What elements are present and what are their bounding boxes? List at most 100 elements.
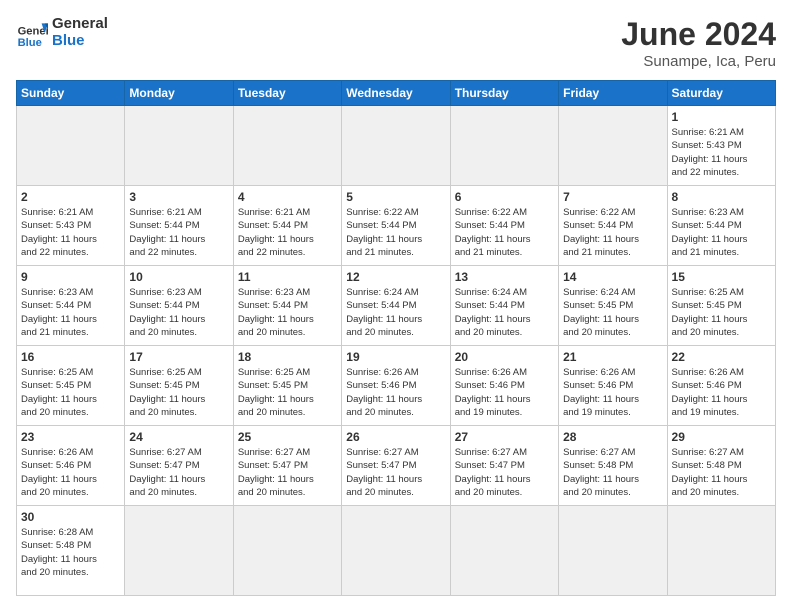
day-number: 25 [238,430,337,444]
column-header-friday: Friday [559,81,667,106]
calendar-day [667,506,775,596]
calendar-day: 3 Sunrise: 6:21 AM Sunset: 5:44 PM Daylig… [125,186,233,266]
page-header: General Blue General Blue June 2024 Suna… [16,16,776,70]
calendar-day: 24Sunrise: 6:27 AM Sunset: 5:47 PM Dayli… [125,426,233,506]
calendar-day: 9Sunrise: 6:23 AM Sunset: 5:44 PM Daylig… [17,266,125,346]
day-info: Sunrise: 6:25 AM Sunset: 5:45 PM Dayligh… [129,366,228,419]
logo: General Blue General Blue [16,16,108,49]
logo-icon: General Blue [16,17,48,49]
calendar-day [559,506,667,596]
calendar-week-3: 9Sunrise: 6:23 AM Sunset: 5:44 PM Daylig… [17,266,776,346]
calendar-day [450,506,558,596]
day-info: Sunrise: 6:22 AM Sunset: 5:44 PM Dayligh… [346,206,445,259]
calendar-day: 18 Sunrise: 6:25 AM Sunset: 5:45 PM Dayli… [233,346,341,426]
day-number: 5 [346,190,445,204]
day-number: 16 [21,350,120,364]
day-number: 4 [238,190,337,204]
day-number: 7 [563,190,662,204]
day-info: Sunrise: 6:28 AM Sunset: 5:48 PM Dayligh… [21,526,120,579]
calendar-day: 30 Sunrise: 6:28 AM Sunset: 5:48 PM Dayli… [17,506,125,596]
day-number: 8 [672,190,771,204]
day-info: Sunrise: 6:26 AM Sunset: 5:46 PM Dayligh… [563,366,662,419]
day-info: Sunrise: 6:27 AM Sunset: 5:48 PM Dayligh… [672,446,771,499]
calendar-day [450,106,558,186]
calendar-day: 2 Sunrise: 6:21 AM Sunset: 5:43 PM Daylig… [17,186,125,266]
day-number: 21 [563,350,662,364]
day-number: 29 [672,430,771,444]
day-number: 6 [455,190,554,204]
calendar-day [342,106,450,186]
calendar-day: 17Sunrise: 6:25 AM Sunset: 5:45 PM Dayli… [125,346,233,426]
calendar-day: 22 Sunrise: 6:26 AM Sunset: 5:46 PM Dayli… [667,346,775,426]
column-header-monday: Monday [125,81,233,106]
day-info: Sunrise: 6:27 AM Sunset: 5:47 PM Dayligh… [455,446,554,499]
day-info: Sunrise: 6:21 AM Sunset: 5:43 PM Dayligh… [672,126,771,179]
day-number: 26 [346,430,445,444]
calendar-day [559,106,667,186]
day-info: Sunrise: 6:21 AM Sunset: 5:43 PM Dayligh… [21,206,120,259]
day-number: 20 [455,350,554,364]
logo-general: General [52,15,108,32]
calendar-week-5: 23 Sunrise: 6:26 AM Sunset: 5:46 PM Dayli… [17,426,776,506]
calendar-table: SundayMondayTuesdayWednesdayThursdayFrid… [16,80,776,596]
calendar-day: 23 Sunrise: 6:26 AM Sunset: 5:46 PM Dayli… [17,426,125,506]
calendar-day [17,106,125,186]
column-header-thursday: Thursday [450,81,558,106]
day-number: 19 [346,350,445,364]
calendar-day: 27 Sunrise: 6:27 AM Sunset: 5:47 PM Dayli… [450,426,558,506]
calendar-day: 19 Sunrise: 6:26 AM Sunset: 5:46 PM Dayli… [342,346,450,426]
calendar-week-6: 30 Sunrise: 6:28 AM Sunset: 5:48 PM Dayli… [17,506,776,596]
day-info: Sunrise: 6:25 AM Sunset: 5:45 PM Dayligh… [238,366,337,419]
day-info: Sunrise: 6:26 AM Sunset: 5:46 PM Dayligh… [672,366,771,419]
calendar-day: 28 Sunrise: 6:27 AM Sunset: 5:48 PM Dayli… [559,426,667,506]
calendar-day: 10Sunrise: 6:23 AM Sunset: 5:44 PM Dayli… [125,266,233,346]
column-header-sunday: Sunday [17,81,125,106]
calendar-title: June 2024 [621,16,776,53]
day-info: Sunrise: 6:24 AM Sunset: 5:44 PM Dayligh… [455,286,554,339]
day-number: 3 [129,190,228,204]
calendar-day [125,506,233,596]
calendar-day: 26Sunrise: 6:27 AM Sunset: 5:47 PM Dayli… [342,426,450,506]
day-number: 28 [563,430,662,444]
calendar-day [342,506,450,596]
day-info: Sunrise: 6:23 AM Sunset: 5:44 PM Dayligh… [21,286,120,339]
day-info: Sunrise: 6:24 AM Sunset: 5:45 PM Dayligh… [563,286,662,339]
calendar-day [233,106,341,186]
day-info: Sunrise: 6:23 AM Sunset: 5:44 PM Dayligh… [238,286,337,339]
day-info: Sunrise: 6:26 AM Sunset: 5:46 PM Dayligh… [346,366,445,419]
calendar-day: 25Sunrise: 6:27 AM Sunset: 5:47 PM Dayli… [233,426,341,506]
day-number: 22 [672,350,771,364]
day-info: Sunrise: 6:26 AM Sunset: 5:46 PM Dayligh… [21,446,120,499]
calendar-day: 1Sunrise: 6:21 AM Sunset: 5:43 PM Daylig… [667,106,775,186]
day-info: Sunrise: 6:25 AM Sunset: 5:45 PM Dayligh… [672,286,771,339]
calendar-day: 21 Sunrise: 6:26 AM Sunset: 5:46 PM Dayli… [559,346,667,426]
day-number: 27 [455,430,554,444]
day-info: Sunrise: 6:21 AM Sunset: 5:44 PM Dayligh… [129,206,228,259]
day-info: Sunrise: 6:25 AM Sunset: 5:45 PM Dayligh… [21,366,120,419]
day-number: 18 [238,350,337,364]
calendar-day [233,506,341,596]
column-header-wednesday: Wednesday [342,81,450,106]
calendar-day: 16 Sunrise: 6:25 AM Sunset: 5:45 PM Dayli… [17,346,125,426]
day-number: 24 [129,430,228,444]
day-number: 30 [21,510,120,524]
logo-blue: Blue [52,32,85,49]
calendar-day: 14 Sunrise: 6:24 AM Sunset: 5:45 PM Dayli… [559,266,667,346]
day-info: Sunrise: 6:27 AM Sunset: 5:48 PM Dayligh… [563,446,662,499]
day-info: Sunrise: 6:22 AM Sunset: 5:44 PM Dayligh… [563,206,662,259]
day-number: 13 [455,270,554,284]
day-info: Sunrise: 6:24 AM Sunset: 5:44 PM Dayligh… [346,286,445,339]
day-info: Sunrise: 6:21 AM Sunset: 5:44 PM Dayligh… [238,206,337,259]
day-number: 23 [21,430,120,444]
calendar-day: 7 Sunrise: 6:22 AM Sunset: 5:44 PM Daylig… [559,186,667,266]
day-number: 11 [238,270,337,284]
title-block: June 2024 Sunampe, Ica, Peru [621,16,776,70]
day-number: 2 [21,190,120,204]
calendar-day: 12Sunrise: 6:24 AM Sunset: 5:44 PM Dayli… [342,266,450,346]
calendar-subtitle: Sunampe, Ica, Peru [621,53,776,70]
day-number: 14 [563,270,662,284]
calendar-day: 6Sunrise: 6:22 AM Sunset: 5:44 PM Daylig… [450,186,558,266]
day-info: Sunrise: 6:23 AM Sunset: 5:44 PM Dayligh… [129,286,228,339]
calendar-week-1: 1Sunrise: 6:21 AM Sunset: 5:43 PM Daylig… [17,106,776,186]
calendar-day: 15Sunrise: 6:25 AM Sunset: 5:45 PM Dayli… [667,266,775,346]
